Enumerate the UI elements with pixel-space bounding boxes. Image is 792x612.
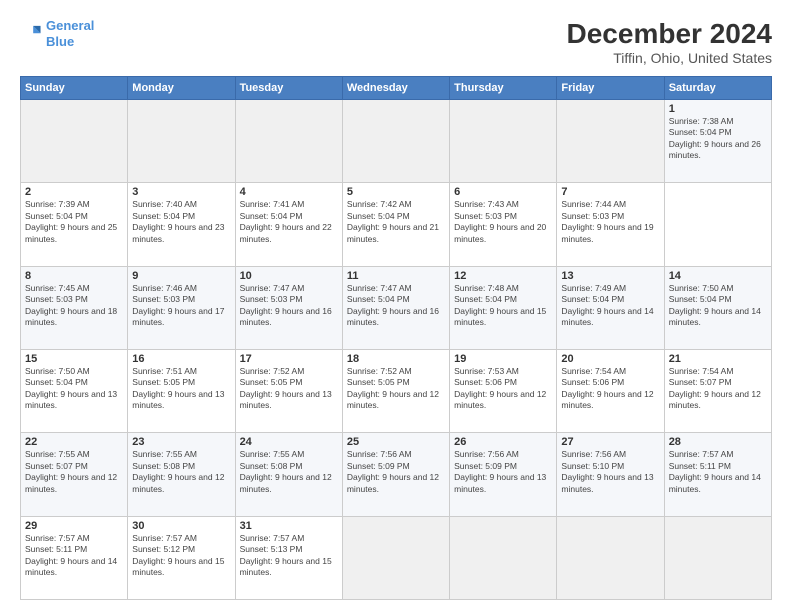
day-cell-2: 2Sunrise: 7:39 AMSunset: 5:04 PMDaylight…	[21, 183, 128, 266]
day-cell-11: 11Sunrise: 7:47 AMSunset: 5:04 PMDayligh…	[342, 266, 449, 349]
day-of-week-wednesday: Wednesday	[342, 77, 449, 100]
empty-cell	[450, 100, 557, 183]
day-cell-14: 14Sunrise: 7:50 AMSunset: 5:04 PMDayligh…	[664, 266, 771, 349]
day-cell-3: 3Sunrise: 7:40 AMSunset: 5:04 PMDaylight…	[128, 183, 235, 266]
day-cell-9: 9Sunrise: 7:46 AMSunset: 5:03 PMDaylight…	[128, 266, 235, 349]
logo-text: General Blue	[46, 18, 94, 49]
day-cell-21: 21Sunrise: 7:54 AMSunset: 5:07 PMDayligh…	[664, 349, 771, 432]
week-row-5: 22Sunrise: 7:55 AMSunset: 5:07 PMDayligh…	[21, 433, 772, 516]
week-row-1: 1Sunrise: 7:38 AMSunset: 5:04 PMDaylight…	[21, 100, 772, 183]
logo-icon	[20, 23, 42, 45]
day-cell-4: 4Sunrise: 7:41 AMSunset: 5:04 PMDaylight…	[235, 183, 342, 266]
day-cell-30: 30Sunrise: 7:57 AMSunset: 5:12 PMDayligh…	[128, 516, 235, 599]
empty-cell	[235, 100, 342, 183]
subtitle: Tiffin, Ohio, United States	[567, 50, 772, 66]
day-of-week-friday: Friday	[557, 77, 664, 100]
week-row-4: 15Sunrise: 7:50 AMSunset: 5:04 PMDayligh…	[21, 349, 772, 432]
header: General Blue December 2024 Tiffin, Ohio,…	[20, 18, 772, 66]
day-cell-23: 23Sunrise: 7:55 AMSunset: 5:08 PMDayligh…	[128, 433, 235, 516]
empty-cell	[342, 100, 449, 183]
day-cell-13: 13Sunrise: 7:49 AMSunset: 5:04 PMDayligh…	[557, 266, 664, 349]
logo-line1: General	[46, 18, 94, 33]
day-of-week-tuesday: Tuesday	[235, 77, 342, 100]
day-cell-24: 24Sunrise: 7:55 AMSunset: 5:08 PMDayligh…	[235, 433, 342, 516]
day-cell-7: 7Sunrise: 7:44 AMSunset: 5:03 PMDaylight…	[557, 183, 664, 266]
day-cell-22: 22Sunrise: 7:55 AMSunset: 5:07 PMDayligh…	[21, 433, 128, 516]
day-cell-28: 28Sunrise: 7:57 AMSunset: 5:11 PMDayligh…	[664, 433, 771, 516]
empty-cell	[450, 516, 557, 599]
empty-cell	[342, 516, 449, 599]
empty-cell	[557, 100, 664, 183]
day-cell-29: 29Sunrise: 7:57 AMSunset: 5:11 PMDayligh…	[21, 516, 128, 599]
day-cell-16: 16Sunrise: 7:51 AMSunset: 5:05 PMDayligh…	[128, 349, 235, 432]
day-cell-15: 15Sunrise: 7:50 AMSunset: 5:04 PMDayligh…	[21, 349, 128, 432]
day-cell-19: 19Sunrise: 7:53 AMSunset: 5:06 PMDayligh…	[450, 349, 557, 432]
week-row-3: 8Sunrise: 7:45 AMSunset: 5:03 PMDaylight…	[21, 266, 772, 349]
day-of-week-thursday: Thursday	[450, 77, 557, 100]
day-of-week-monday: Monday	[128, 77, 235, 100]
logo-line2: Blue	[46, 34, 74, 49]
logo: General Blue	[20, 18, 94, 49]
calendar-header-row: SundayMondayTuesdayWednesdayThursdayFrid…	[21, 77, 772, 100]
day-cell-8: 8Sunrise: 7:45 AMSunset: 5:03 PMDaylight…	[21, 266, 128, 349]
day-cell-27: 27Sunrise: 7:56 AMSunset: 5:10 PMDayligh…	[557, 433, 664, 516]
week-row-2: 2Sunrise: 7:39 AMSunset: 5:04 PMDaylight…	[21, 183, 772, 266]
page: General Blue December 2024 Tiffin, Ohio,…	[0, 0, 792, 612]
empty-cell	[664, 516, 771, 599]
day-cell-1: 1Sunrise: 7:38 AMSunset: 5:04 PMDaylight…	[664, 100, 771, 183]
day-of-week-sunday: Sunday	[21, 77, 128, 100]
title-block: December 2024 Tiffin, Ohio, United State…	[567, 18, 772, 66]
day-cell-6: 6Sunrise: 7:43 AMSunset: 5:03 PMDaylight…	[450, 183, 557, 266]
day-cell-12: 12Sunrise: 7:48 AMSunset: 5:04 PMDayligh…	[450, 266, 557, 349]
day-cell-26: 26Sunrise: 7:56 AMSunset: 5:09 PMDayligh…	[450, 433, 557, 516]
day-cell-18: 18Sunrise: 7:52 AMSunset: 5:05 PMDayligh…	[342, 349, 449, 432]
empty-cell	[128, 100, 235, 183]
day-of-week-saturday: Saturday	[664, 77, 771, 100]
day-cell-25: 25Sunrise: 7:56 AMSunset: 5:09 PMDayligh…	[342, 433, 449, 516]
day-cell-17: 17Sunrise: 7:52 AMSunset: 5:05 PMDayligh…	[235, 349, 342, 432]
empty-cell	[21, 100, 128, 183]
day-cell-20: 20Sunrise: 7:54 AMSunset: 5:06 PMDayligh…	[557, 349, 664, 432]
day-cell-31: 31Sunrise: 7:57 AMSunset: 5:13 PMDayligh…	[235, 516, 342, 599]
day-cell-10: 10Sunrise: 7:47 AMSunset: 5:03 PMDayligh…	[235, 266, 342, 349]
empty-cell	[557, 516, 664, 599]
day-cell-5: 5Sunrise: 7:42 AMSunset: 5:04 PMDaylight…	[342, 183, 449, 266]
week-row-6: 29Sunrise: 7:57 AMSunset: 5:11 PMDayligh…	[21, 516, 772, 599]
main-title: December 2024	[567, 18, 772, 50]
calendar-table: SundayMondayTuesdayWednesdayThursdayFrid…	[20, 76, 772, 600]
